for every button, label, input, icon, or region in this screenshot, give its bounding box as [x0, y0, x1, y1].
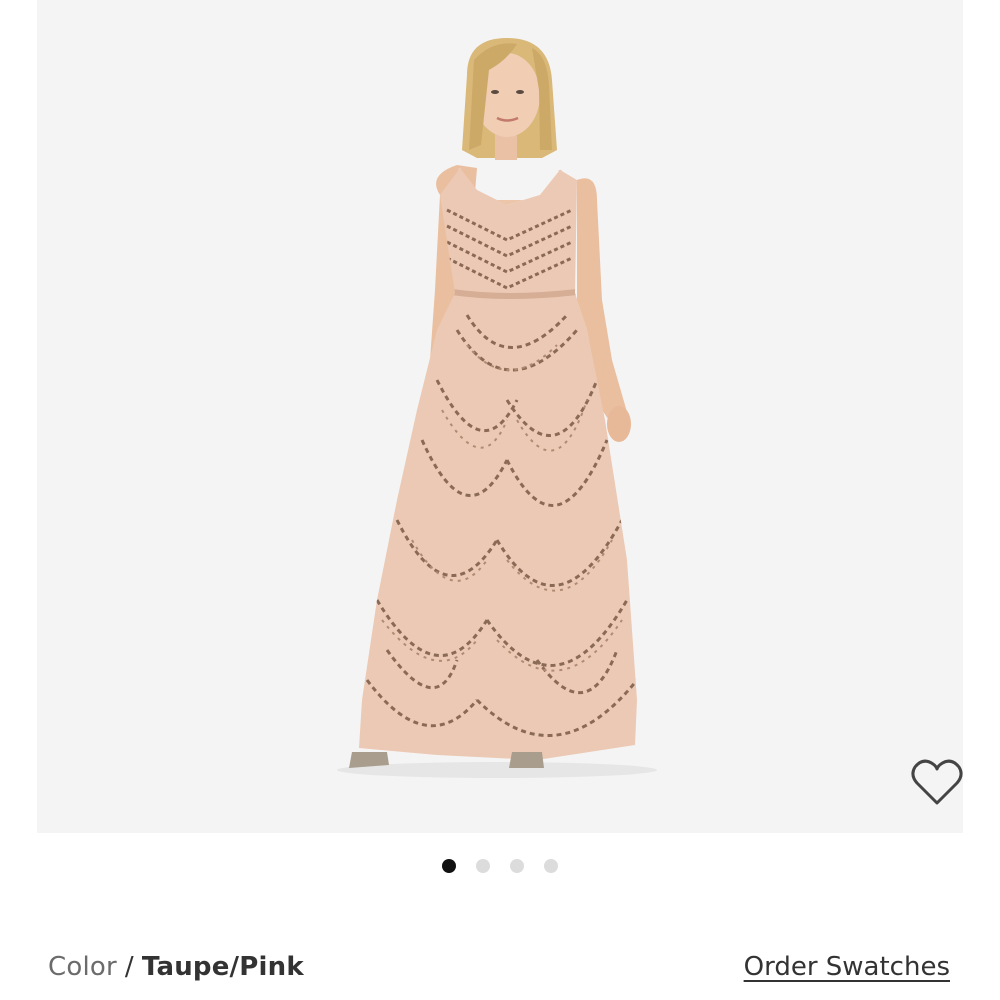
product-image-gallery[interactable] [37, 0, 963, 833]
product-image [337, 38, 657, 778]
carousel-dot-3[interactable] [510, 859, 524, 873]
carousel-dot-4[interactable] [544, 859, 558, 873]
favorite-heart-button[interactable] [908, 757, 963, 809]
color-label: Color [48, 952, 117, 982]
carousel-pagination [0, 859, 1000, 873]
carousel-dot-2[interactable] [476, 859, 490, 873]
heart-icon [911, 759, 963, 805]
carousel-dot-1[interactable] [442, 859, 456, 873]
selected-color: Color / Taupe/Pink [48, 952, 304, 982]
order-swatches-link[interactable]: Order Swatches [744, 952, 950, 982]
color-value: Taupe/Pink [141, 952, 304, 982]
color-separator: / [124, 952, 134, 982]
